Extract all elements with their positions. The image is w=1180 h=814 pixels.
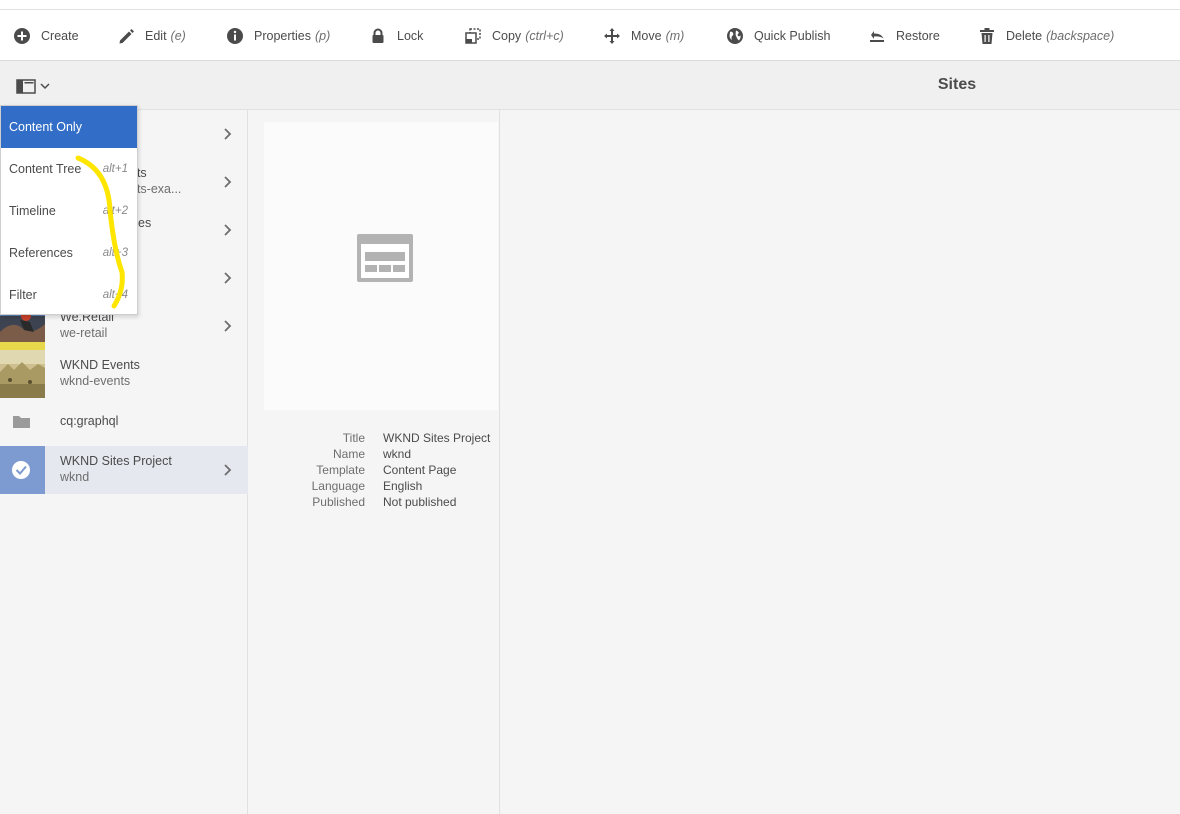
meta-value: Not published xyxy=(383,495,457,509)
site-name: wknd-events xyxy=(60,374,131,388)
meta-label: Template xyxy=(316,463,365,477)
edit-button[interactable]: Edit (e) xyxy=(117,10,186,61)
quick-publish-label: Quick Publish xyxy=(754,28,831,43)
empty-column xyxy=(500,110,1180,814)
site-title: cq:graphql xyxy=(60,414,119,428)
site-row-cq-graphql[interactable]: cq:graphql xyxy=(0,398,248,446)
rail-panel-icon xyxy=(16,79,36,94)
page-metadata: Title WKND Sites Project Name wknd Templat… xyxy=(264,430,498,510)
properties-label: Properties xyxy=(254,28,311,43)
wknd-events-photo-icon xyxy=(0,350,45,398)
menu-item-content-tree[interactable]: Content Tree alt+1 xyxy=(1,148,137,190)
menu-item-label: Timeline xyxy=(9,204,56,218)
chevron-right-icon xyxy=(224,272,232,284)
selected-thumbnail xyxy=(0,446,45,494)
properties-button[interactable]: Properties (p) xyxy=(226,10,330,61)
meta-language-row: Language English xyxy=(264,478,498,494)
site-row-wknd-sites-project[interactable]: WKND Sites Project wknd xyxy=(0,446,248,494)
meta-value: WKND Sites Project xyxy=(383,431,491,445)
folder-thumbnail xyxy=(0,398,45,446)
page-template-icon xyxy=(357,234,413,282)
menu-item-label: References xyxy=(9,246,73,260)
copy-shortcut: (ctrl+c) xyxy=(525,28,564,43)
copy-icon xyxy=(465,27,481,44)
lock-label: Lock xyxy=(397,28,424,43)
create-label: Create xyxy=(41,28,79,43)
meta-label: Name xyxy=(332,447,365,461)
meta-label: Language xyxy=(311,479,365,493)
wknd-events-thumbnail xyxy=(0,350,45,398)
chevron-right-icon xyxy=(224,128,232,140)
restore-button[interactable]: Restore xyxy=(868,10,940,61)
menu-item-label: Content Only xyxy=(9,120,82,134)
menu-item-shortcut: alt+1 xyxy=(102,163,128,175)
menu-item-filter[interactable]: Filter alt+4 xyxy=(1,274,137,316)
rail-toggle-button[interactable] xyxy=(16,77,52,95)
menu-item-shortcut: alt+2 xyxy=(102,205,128,217)
info-icon xyxy=(227,27,243,44)
top-strip xyxy=(0,0,1180,10)
restore-label: Restore xyxy=(896,28,940,43)
menu-item-label: Filter xyxy=(9,288,37,302)
rail-view-menu: Content Only Content Tree alt+1 Timeline… xyxy=(0,105,138,315)
meta-name-row: Name wknd xyxy=(264,446,498,462)
move-button[interactable]: Move (m) xyxy=(603,10,684,61)
meta-value: wknd xyxy=(383,447,412,461)
site-name: wknd xyxy=(60,470,90,484)
lock-button[interactable]: Lock xyxy=(369,10,423,61)
site-row-wknd-events[interactable]: WKND Events wknd-events xyxy=(0,350,248,398)
delete-button[interactable]: Delete (backspace) xyxy=(978,10,1114,61)
title-bar: Sites xyxy=(0,61,1180,110)
copy-button[interactable]: Copy (ctrl+c) xyxy=(464,10,564,61)
chevron-down-icon xyxy=(40,83,50,90)
site-title: es xyxy=(138,216,152,230)
move-shortcut: (m) xyxy=(665,28,685,43)
chevron-right-icon xyxy=(224,176,232,188)
action-bar: Create Edit (e) Properties (p) Lock Copy (c… xyxy=(0,10,1180,61)
meta-value: Content Page xyxy=(383,463,457,477)
site-name: we-retail xyxy=(60,326,108,340)
move-label: Move xyxy=(631,28,662,43)
site-title: WKND Events xyxy=(60,358,140,372)
folder-icon xyxy=(13,416,30,428)
site-title: WKND Sites Project xyxy=(60,454,172,468)
lock-icon xyxy=(372,28,384,43)
menu-item-shortcut: alt+3 xyxy=(102,247,128,259)
menu-item-timeline[interactable]: Timeline alt+2 xyxy=(1,190,137,232)
pencil-icon xyxy=(119,28,134,43)
menu-item-shortcut: alt+4 xyxy=(102,289,128,301)
delete-shortcut: (backspace) xyxy=(1046,28,1115,43)
chevron-right-icon xyxy=(224,320,232,332)
quick-publish-button[interactable]: Quick Publish xyxy=(726,10,830,61)
edit-shortcut: (e) xyxy=(170,28,186,43)
checkmark-circle-icon xyxy=(12,461,30,479)
menu-item-references[interactable]: References alt+3 xyxy=(1,232,137,274)
restore-icon xyxy=(870,30,884,42)
globe-icon xyxy=(727,27,743,44)
meta-label: Published xyxy=(312,495,365,509)
trash-icon xyxy=(980,27,994,44)
edit-label: Edit xyxy=(145,28,167,43)
copy-label: Copy xyxy=(492,28,522,43)
menu-item-content-only[interactable]: Content Only xyxy=(1,106,137,148)
meta-template-row: Template Content Page xyxy=(264,462,498,478)
delete-label: Delete xyxy=(1006,28,1043,43)
plus-circle-icon xyxy=(14,27,30,44)
meta-value: English xyxy=(383,479,423,493)
meta-title-row: Title WKND Sites Project xyxy=(264,430,498,446)
create-button[interactable]: Create xyxy=(13,10,79,61)
chevron-right-icon xyxy=(224,464,232,476)
menu-item-label: Content Tree xyxy=(9,162,82,176)
details-column: Title WKND Sites Project Name wknd Templat… xyxy=(248,110,500,814)
properties-shortcut: (p) xyxy=(314,28,331,43)
meta-published-row: Published Not published xyxy=(264,494,498,510)
move-arrows-icon xyxy=(604,27,620,44)
page-title: Sites xyxy=(937,76,977,93)
page-preview-card[interactable] xyxy=(264,122,498,410)
meta-label: Title xyxy=(342,431,365,445)
chevron-right-icon xyxy=(224,224,232,236)
